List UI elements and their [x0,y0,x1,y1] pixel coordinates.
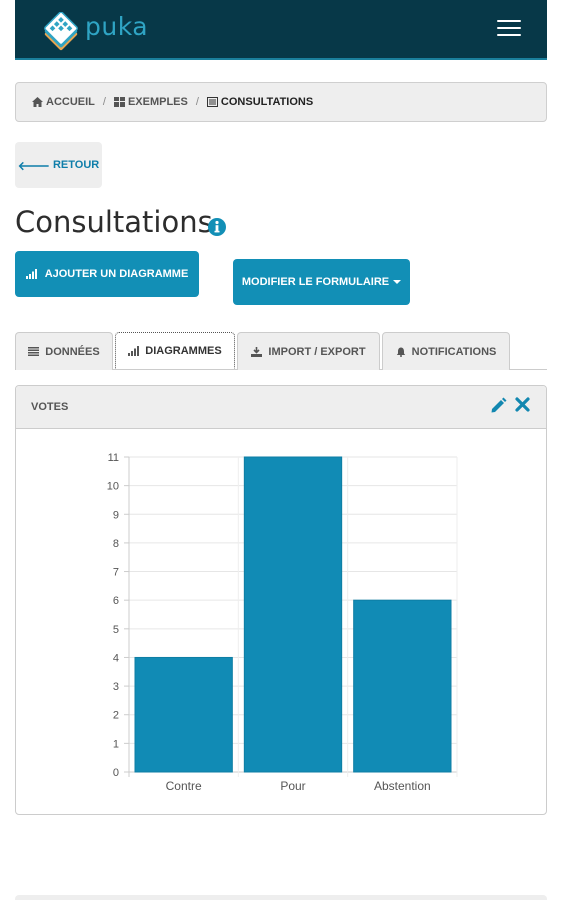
bar-abstention [353,599,452,773]
breadcrumb-item-accueil[interactable]: ACCUEIL [32,96,95,108]
y-tick-label: 8 [113,538,119,550]
close-icon[interactable] [515,397,530,412]
tab-diagrammes[interactable]: DIAGRAMMES [115,332,235,369]
panel-heading: VOTES [16,386,546,429]
y-tick-label: 6 [113,595,119,607]
breadcrumb-label: ACCUEIL [46,96,95,108]
puka-logo-icon[interactable] [39,12,85,52]
x-tick-label: Pour [280,779,305,793]
breadcrumb-item-exemples[interactable]: EXEMPLES [113,96,188,108]
y-tick-label: 10 [107,481,119,493]
bar-contre [134,656,233,773]
y-tick-label: 5 [113,624,119,636]
pencil-icon[interactable] [490,397,507,414]
x-tick-label: Contre [166,779,202,793]
bar-pour [243,456,343,773]
list-icon [206,97,218,107]
tab-label: IMPORT / EXPORT [268,345,366,358]
y-tick-label: 0 [113,767,119,779]
arrow-left-icon: 🡐 [17,158,50,173]
import-export-icon [251,346,263,357]
back-button[interactable]: 🡐 RETOUR [15,142,102,188]
breadcrumb: ACCUEIL / EXEMPLES / CONSULTATIONS [15,82,547,122]
back-button-label: RETOUR [52,159,100,171]
footer-strip [15,895,547,900]
brand-name[interactable]: puka [85,12,148,41]
caret-down-icon [393,280,402,284]
tab-label: DIAGRAMMES [145,344,222,357]
add-chart-label: AJOUTER UN DIAGRAMME [44,268,189,280]
tab-label: DONNÉES [45,345,100,358]
y-tick-label: 7 [113,567,119,579]
tab-import-export[interactable]: IMPORT / EXPORT [237,332,380,370]
bar-chart-icon [25,269,37,279]
tab-donnees[interactable]: DONNÉES [15,332,113,370]
grid-icon [113,97,125,107]
bar-chart-icon [128,345,140,356]
page-title: Consultations [15,205,213,239]
y-tick-label: 3 [113,681,119,693]
breadcrumb-label: EXEMPLES [127,96,188,108]
tab-label: NOTIFICATIONS [411,345,497,358]
list-icon [28,347,40,356]
hamburger-icon[interactable] [497,20,521,40]
breadcrumb-label: CONSULTATIONS [220,96,314,108]
bell-icon [396,347,405,357]
tab-notifications[interactable]: NOTIFICATIONS [382,332,510,370]
y-tick-label: 1 [113,738,119,750]
modify-form-label: MODIFIER LE FORMULAIRE [241,276,390,288]
breadcrumb-separator: / [102,96,106,108]
y-tick-label: 11 [108,452,119,464]
modify-form-button[interactable]: MODIFIER LE FORMULAIRE [233,259,410,305]
y-tick-label: 2 [113,710,119,722]
votes-bar-chart: 0 1 2 3 4 5 6 7 8 9 10 11 Contre Pour Abstention [107,452,458,793]
info-circle-icon[interactable] [207,217,227,237]
y-tick-label: 4 [113,652,119,664]
chart-panel: VOTES 0 1 2 3 4 5 6 7 8 9 10 11 Contre Pour Abstention [15,385,547,815]
home-icon [32,97,43,107]
y-tick-label: 9 [113,509,119,521]
x-tick-label: Abstention [374,779,431,793]
top-navbar: puka [15,0,547,60]
add-chart-button[interactable]: AJOUTER UN DIAGRAMME [15,251,199,297]
breadcrumb-item-consultations: CONSULTATIONS [206,96,314,108]
panel-title: VOTES [31,401,69,413]
breadcrumb-separator: / [195,96,199,108]
